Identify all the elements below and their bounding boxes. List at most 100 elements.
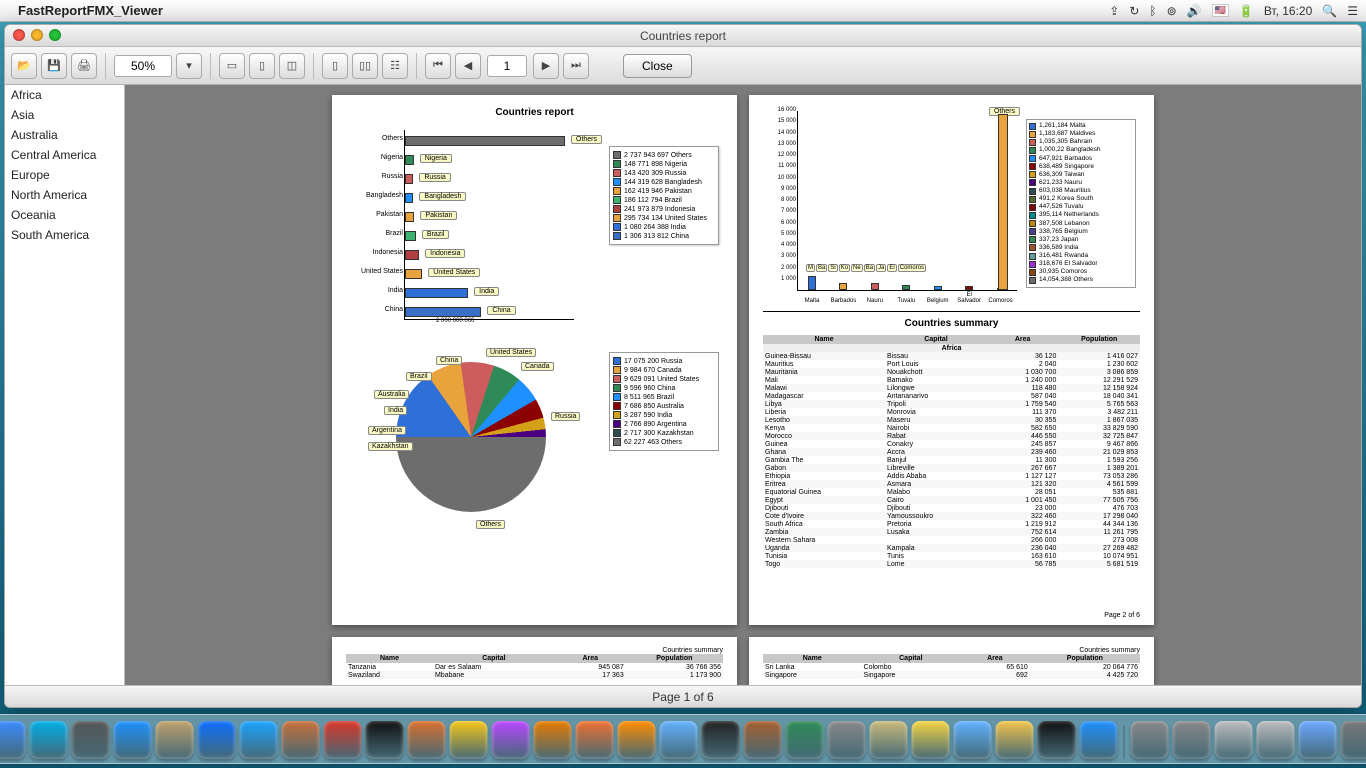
- dock-appstore-icon[interactable]: [114, 721, 152, 759]
- dock-ibooks-icon[interactable]: [534, 721, 572, 759]
- table-row: SwazilandMbabane17 3631 173 900: [346, 671, 723, 679]
- dock-html-icon[interactable]: [1299, 721, 1337, 759]
- dock-itunes-icon[interactable]: [492, 721, 530, 759]
- report-title: Countries report: [346, 107, 723, 118]
- window-close-button[interactable]: [13, 29, 25, 41]
- dock-apps2-icon[interactable]: [1173, 721, 1211, 759]
- dock-devices2-icon[interactable]: [1257, 721, 1295, 759]
- viewer-window: Countries report 📂 💾 🖨 ▾ ▭ ▯ ◫ ▯ ▯▯ ☷ ⏮ …: [4, 24, 1362, 708]
- dock-imovie-icon[interactable]: [702, 721, 740, 759]
- statusbar: Page 1 of 6: [5, 685, 1361, 707]
- volume-icon[interactable]: 🔊: [1187, 4, 1202, 18]
- titlebar[interactable]: Countries report: [5, 25, 1361, 47]
- pie-callout: Others: [476, 520, 505, 529]
- actual-size-button[interactable]: ◫: [279, 53, 305, 79]
- bluetooth-icon[interactable]: ᛒ: [1149, 4, 1156, 18]
- dock-safari-icon[interactable]: [198, 721, 236, 759]
- dock-photobooth-icon[interactable]: [408, 721, 446, 759]
- open-button[interactable]: 📂: [11, 53, 37, 79]
- dock-monitor-icon[interactable]: [366, 721, 404, 759]
- dock-reader-icon[interactable]: [576, 721, 614, 759]
- outline-item[interactable]: North America: [5, 185, 124, 205]
- report-view[interactable]: Countries report OthersOthersNigeriaNige…: [125, 85, 1361, 685]
- save-button[interactable]: 💾: [41, 53, 67, 79]
- fit-width-button[interactable]: ▯: [249, 53, 275, 79]
- timemachine-icon[interactable]: ↻: [1129, 4, 1139, 18]
- outline-item[interactable]: Africa: [5, 85, 124, 105]
- pie-callout: Australia: [374, 390, 409, 399]
- page-footer: Page 2 of 6: [1104, 612, 1140, 619]
- table-row: TunisiaTunis163 61010 074 951: [763, 552, 1140, 560]
- zoom-dropdown[interactable]: ▾: [176, 53, 202, 79]
- page4-heading: Countries summary: [763, 647, 1140, 654]
- summary-table: NameCapitalAreaPopulation TanzaniaDar es…: [346, 654, 723, 679]
- table-row: Gambia TheBanjul11 3001 593 256: [763, 456, 1140, 464]
- print-button[interactable]: 🖨: [71, 53, 97, 79]
- pie-chart-legend: 17 075 200 Russia9 984 670 Canada9 629 0…: [609, 352, 719, 451]
- outline-item[interactable]: Asia: [5, 105, 124, 125]
- dock-notes-icon[interactable]: [912, 721, 950, 759]
- summary-table: NameCapitalAreaPopulation Sri LankaColom…: [763, 654, 1140, 679]
- dock: [0, 714, 1366, 764]
- window-zoom-button[interactable]: [49, 29, 61, 41]
- dock-chrome-icon[interactable]: [996, 721, 1034, 759]
- pie-callout: Kazakhstan: [368, 442, 413, 451]
- continuous-button[interactable]: ☷: [382, 53, 408, 79]
- close-button[interactable]: Close: [623, 54, 692, 78]
- input-source-icon[interactable]: 🇺🇸: [1212, 4, 1229, 17]
- table-row: Cote d'IvoireYamoussoukro322 46017 298 0…: [763, 512, 1140, 520]
- menu-extras: ⇪ ↻ ᛒ ⊚ 🔊 🇺🇸 🔋 Вт, 16:20 🔍 ☰: [1109, 4, 1358, 18]
- dock-prefs-icon[interactable]: [828, 721, 866, 759]
- outline-item[interactable]: Oceania: [5, 205, 124, 225]
- dock-calendar-icon[interactable]: [324, 721, 362, 759]
- dock-devices1-icon[interactable]: [1215, 721, 1253, 759]
- pie-chart: United States Canada Russia Others Kazak…: [346, 332, 723, 532]
- table-row: LibyaTripoli1 759 5405 765 563: [763, 400, 1140, 408]
- table-row: MoroccoRabat446 55032 725 847: [763, 432, 1140, 440]
- next-page-button[interactable]: ▶: [533, 53, 559, 79]
- battery-icon[interactable]: 🔋: [1239, 4, 1254, 18]
- single-page-button[interactable]: ▯: [322, 53, 348, 79]
- dock-finder-icon[interactable]: [0, 721, 26, 759]
- outline-item[interactable]: Europe: [5, 165, 124, 185]
- dock-xcode-icon[interactable]: [1080, 721, 1118, 759]
- dock-iphoto-icon[interactable]: [450, 721, 488, 759]
- notification-center-icon[interactable]: ☰: [1347, 4, 1358, 18]
- dock-garageband-icon[interactable]: [744, 721, 782, 759]
- first-page-button[interactable]: ⏮: [425, 53, 451, 79]
- app-name[interactable]: FastReportFMX_Viewer: [18, 3, 163, 18]
- page-input[interactable]: [487, 55, 527, 77]
- table-row: MalawiLilongwe118 48012 158 924: [763, 384, 1140, 392]
- outline-item[interactable]: Central America: [5, 145, 124, 165]
- outline-item[interactable]: Australia: [5, 125, 124, 145]
- dropbox-icon[interactable]: ⇪: [1109, 4, 1119, 18]
- zoom-input[interactable]: [114, 55, 172, 77]
- spotlight-icon[interactable]: 🔍: [1322, 4, 1337, 18]
- dock-messages-icon[interactable]: [240, 721, 278, 759]
- dock-skype-icon[interactable]: [30, 721, 68, 759]
- window-minimize-button[interactable]: [31, 29, 43, 41]
- pie-callout: Argentina: [368, 426, 406, 435]
- prev-page-button[interactable]: ◀: [455, 53, 481, 79]
- dock-contacts-icon[interactable]: [282, 721, 320, 759]
- dock-timemachine-icon[interactable]: [786, 721, 824, 759]
- last-page-button[interactable]: ⏭: [563, 53, 589, 79]
- dock-automator-icon[interactable]: [870, 721, 908, 759]
- pie-callout: China: [436, 356, 462, 365]
- dock-mail-icon[interactable]: [156, 721, 194, 759]
- dock-trash-icon[interactable]: [1341, 721, 1366, 759]
- table-row: MauritaniaNouakchott1 030 7003 086 859: [763, 368, 1140, 376]
- clock[interactable]: Вт, 16:20: [1264, 4, 1312, 18]
- two-page-button[interactable]: ▯▯: [352, 53, 378, 79]
- page3-heading: Countries summary: [346, 647, 723, 654]
- dock-apps1-icon[interactable]: [1131, 721, 1169, 759]
- dock-folder-icon[interactable]: [954, 721, 992, 759]
- dock-terminal-icon[interactable]: [1038, 721, 1076, 759]
- dock-ffox-icon[interactable]: [618, 721, 656, 759]
- wifi-icon[interactable]: ⊚: [1167, 4, 1177, 18]
- fit-page-button[interactable]: ▭: [219, 53, 245, 79]
- report-page-4: Countries summary NameCapitalAreaPopulat…: [749, 637, 1154, 685]
- dock-settings-icon[interactable]: [72, 721, 110, 759]
- dock-iweb-icon[interactable]: [660, 721, 698, 759]
- outline-item[interactable]: South America: [5, 225, 124, 245]
